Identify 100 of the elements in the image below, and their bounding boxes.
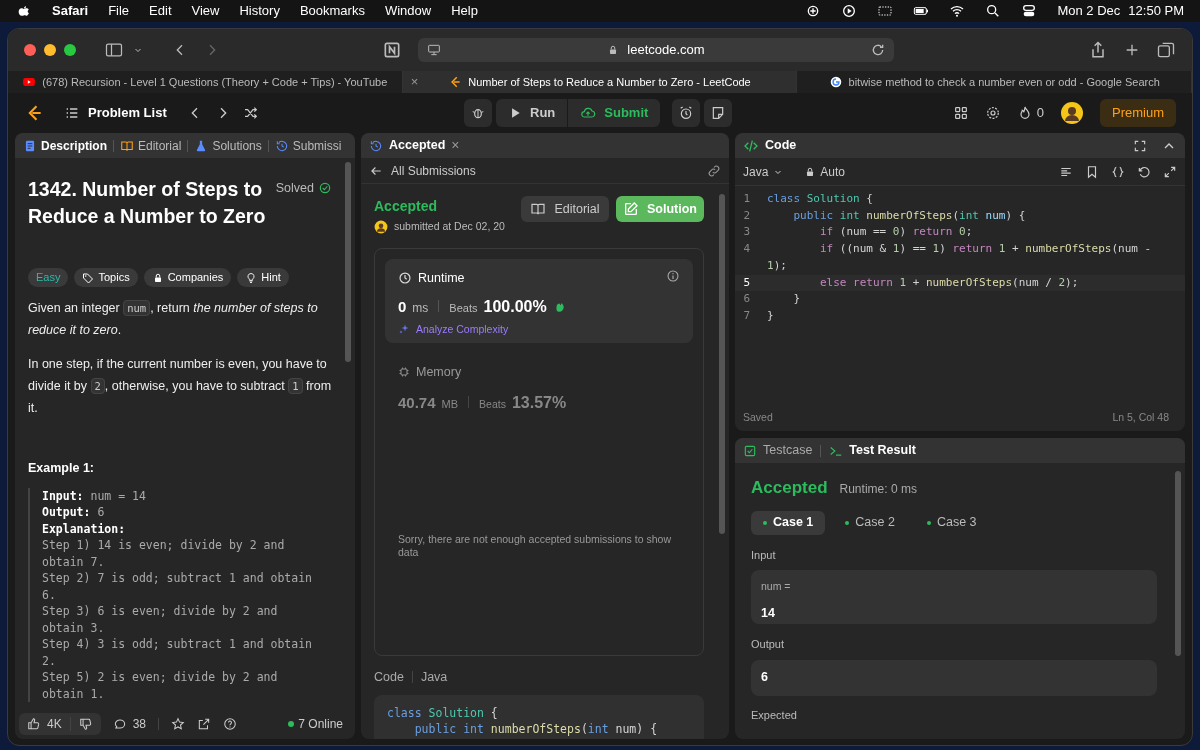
scrollbar[interactable]: [719, 194, 725, 534]
panel-tab[interactable]: Editorial: [120, 136, 182, 155]
apple-icon[interactable]: [16, 3, 32, 19]
menu-item[interactable]: Bookmarks: [299, 1, 365, 21]
screen-icon[interactable]: [877, 3, 894, 19]
share-icon[interactable]: [197, 717, 212, 731]
help-icon[interactable]: [223, 717, 238, 731]
shuffle-icon[interactable]: [242, 105, 259, 121]
panel-tab[interactable]: Description: [23, 136, 107, 155]
menu-app-name[interactable]: Safari: [52, 1, 89, 21]
panel-tab[interactable]: Test Result: [829, 441, 916, 460]
info-icon[interactable]: [666, 268, 680, 283]
line-number: 5: [742, 274, 751, 291]
panel-tab[interactable]: Code: [743, 136, 797, 155]
new-tab-icon[interactable]: [1124, 42, 1140, 58]
scrollbar[interactable]: [1175, 471, 1181, 656]
notes-button[interactable]: [704, 99, 733, 127]
close-window-button[interactable]: [24, 44, 36, 56]
zoom-button[interactable]: [64, 44, 76, 56]
difficulty-badge: Easy: [28, 268, 69, 287]
browser-tab[interactable]: bitwise method to check a number even or odd - Google Search: [797, 71, 1192, 93]
run-button[interactable]: Run: [496, 99, 568, 127]
menu-item[interactable]: Edit: [149, 1, 172, 21]
menu-item[interactable]: History: [239, 1, 280, 21]
control-center-icon[interactable]: [1021, 3, 1038, 19]
example-line: Input: num = 14: [42, 487, 147, 505]
line-number: 2: [742, 207, 751, 224]
code-line: 3 if (num == 0) return 0;: [735, 224, 1185, 242]
menu-date: Mon 2 Dec: [1057, 2, 1121, 21]
panel-tab[interactable]: Solutions: [194, 136, 262, 155]
menu-item[interactable]: Window: [384, 1, 432, 21]
checkbox-icon: [743, 443, 757, 458]
braces-icon[interactable]: [1111, 164, 1125, 179]
beats-label: Beats: [449, 300, 478, 316]
memory-unit: MB: [441, 396, 459, 412]
premium-button[interactable]: Premium: [1100, 99, 1176, 127]
line-number: 4: [742, 241, 751, 258]
reload-icon[interactable]: [870, 42, 886, 58]
example-line: Step 2) 7 is odd; subtract 1 and obtain: [42, 570, 314, 587]
case-tab[interactable]: Case 3: [914, 510, 989, 535]
panel-tab[interactable]: Submissi: [274, 136, 342, 155]
topics-tag[interactable]: Topics: [74, 268, 138, 287]
runtime-unit: ms: [412, 299, 429, 317]
link-icon[interactable]: [707, 163, 721, 178]
bookmark-icon[interactable]: [1085, 164, 1099, 179]
case-tab[interactable]: Case 1: [751, 510, 826, 535]
tab-title: (678) Recursion - Level 1 Questions (Theory + Code + Tips) - YouTube: [42, 74, 388, 90]
avatar-icon[interactable]: [1060, 101, 1084, 125]
browser-tab[interactable]: × Number of Steps to Reduce a Number to Zero - LeetCode: [402, 71, 798, 93]
line-number: 1: [742, 191, 751, 207]
back-link[interactable]: All Submissions: [369, 161, 476, 180]
maximize-icon[interactable]: [1163, 164, 1177, 179]
timer-button[interactable]: [672, 99, 701, 127]
layout-icon[interactable]: [952, 105, 969, 121]
example-line: Output: 6: [42, 504, 106, 521]
beats-value: 13.57%: [511, 392, 567, 413]
debug-button[interactable]: [464, 99, 492, 127]
scrollbar[interactable]: [345, 162, 351, 362]
bulb-icon: [245, 271, 258, 284]
auto-mode-label: Auto: [804, 162, 846, 181]
close-tab-button[interactable]: ×: [410, 72, 419, 92]
book-icon: [530, 201, 547, 217]
menu-item[interactable]: File: [108, 1, 130, 21]
language-dropdown[interactable]: Java: [743, 162, 785, 181]
star-icon[interactable]: [171, 717, 186, 731]
editorial-button[interactable]: Editorial: [521, 196, 609, 222]
notion-icon[interactable]: [382, 40, 402, 60]
wifi-icon[interactable]: [949, 3, 966, 19]
page-icon[interactable]: [426, 42, 442, 58]
comments-button[interactable]: 38: [112, 715, 147, 733]
close-tab-button[interactable]: ×: [451, 135, 460, 156]
status-heading: Accepted: [374, 197, 439, 216]
companies-tag[interactable]: Companies: [143, 268, 232, 287]
settings-icon[interactable]: [984, 105, 1001, 121]
result-status: Accepted: [751, 477, 828, 499]
memory-label: Memory: [416, 363, 462, 381]
menu-item[interactable]: Help: [451, 1, 478, 21]
example-line: Explanation:: [42, 520, 127, 538]
chip-icon: [398, 366, 410, 379]
history-icon: [274, 138, 289, 153]
hint-tag[interactable]: Hint: [237, 268, 289, 287]
tab-overview-icon[interactable]: [1156, 40, 1176, 60]
code-line: 7 }: [735, 307, 1185, 325]
fullscreen-icon[interactable]: [1133, 138, 1147, 153]
address-bar[interactable]: leetcode.com: [418, 38, 894, 62]
submit-button[interactable]: Submit: [568, 99, 661, 127]
browser-tab[interactable]: (678) Recursion - Level 1 Questions (Theory + Code + Tips) - YouTube: [8, 71, 403, 93]
case-tab[interactable]: Case 2: [833, 510, 907, 535]
reset-icon[interactable]: [1137, 164, 1151, 179]
minimize-button[interactable]: [44, 44, 56, 56]
panel-tab[interactable]: Testcase: [743, 441, 813, 460]
problem-list-link[interactable]: Problem List: [88, 103, 167, 123]
menu-item[interactable]: View: [191, 1, 220, 21]
code-line: 2 public int numberOfSteps(int num) {: [735, 207, 1185, 225]
play-icon[interactable]: [841, 3, 858, 19]
site-icon: [22, 75, 37, 89]
tab-title: Number of Steps to Reduce a Number to Zero - LeetCode: [468, 74, 751, 90]
analyze-complexity-link[interactable]: Analyze Complexity: [398, 321, 509, 338]
submission-time: submitted at Dec 02, 20: [394, 219, 505, 234]
streak-counter[interactable]: 0: [1016, 103, 1044, 123]
